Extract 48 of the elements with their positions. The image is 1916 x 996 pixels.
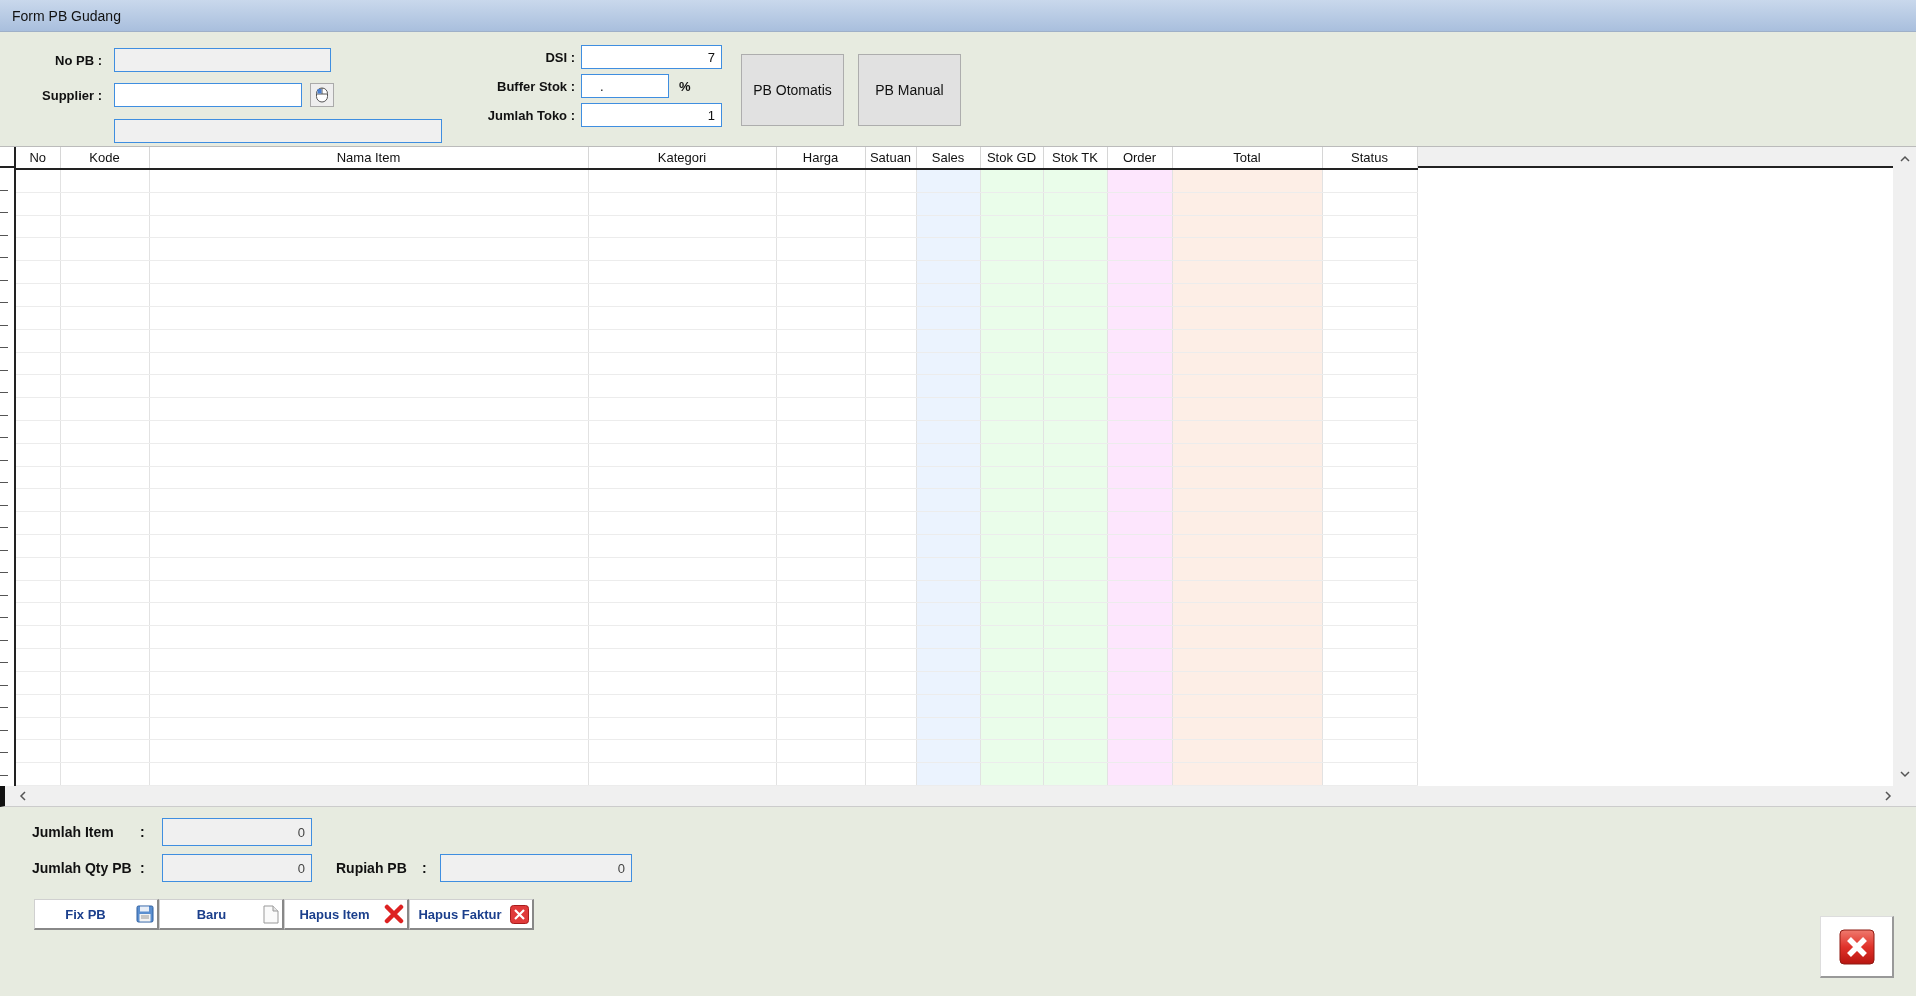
jumlah-toko-field[interactable]: 1 — [581, 103, 722, 127]
close-icon — [1838, 928, 1875, 965]
column-header[interactable]: Stok GD — [980, 147, 1043, 169]
action-button[interactable]: Baru — [159, 899, 284, 930]
column-header[interactable]: Sales — [916, 147, 980, 169]
close-button[interactable] — [1820, 916, 1894, 978]
action-button[interactable]: Fix PB — [34, 899, 159, 930]
field-label: DSI : — [544, 49, 575, 65]
column-header[interactable]: Order — [1107, 147, 1172, 169]
column-header[interactable]: No — [16, 147, 60, 169]
colon-label: : — [140, 860, 146, 876]
column-header[interactable]: Status — [1322, 147, 1417, 169]
scroll-down-icon[interactable] — [1899, 770, 1910, 778]
pb-button[interactable]: PB Manual — [858, 54, 961, 126]
dsi-field[interactable]: 7 — [581, 45, 722, 69]
scroll-right-icon[interactable] — [1884, 791, 1892, 801]
column-header[interactable]: Nama Item — [149, 147, 588, 169]
vertical-scrollbar[interactable] — [1893, 147, 1916, 786]
column-header[interactable]: Stok TK — [1043, 147, 1107, 169]
horizontal-scrollbar[interactable] — [0, 786, 1916, 807]
window-title: Form PB Gudang — [12, 7, 121, 24]
colon-label: : — [422, 860, 428, 876]
blank-page-icon — [263, 904, 279, 924]
summary-label: Jumlah Qty PB — [32, 860, 133, 876]
pb-button[interactable]: PB Otomatis — [741, 54, 844, 126]
action-button[interactable]: Hapus Faktur — [409, 899, 534, 930]
scroll-up-icon[interactable] — [1899, 155, 1910, 163]
x-icon — [384, 904, 404, 924]
supplier-field[interactable] — [114, 83, 302, 108]
field-label: Jumlah Toko : — [486, 107, 575, 123]
column-header[interactable]: Total — [1172, 147, 1322, 169]
percent-unit: % — [679, 78, 691, 94]
x-box-icon — [510, 904, 529, 924]
column-header[interactable]: Harga — [776, 147, 865, 169]
summary-label: Jumlah Item — [32, 824, 115, 840]
column-header[interactable]: Satuan — [865, 147, 916, 169]
field-label: Supplier : — [41, 88, 102, 103]
column-header[interactable]: Kode — [60, 147, 149, 169]
field-label: No PB : — [54, 52, 102, 68]
lookup-button[interactable] — [310, 83, 334, 108]
column-header[interactable]: Kategori — [588, 147, 776, 169]
scroll-left-icon[interactable] — [19, 791, 27, 801]
summary-label: Rupiah PB — [336, 860, 408, 876]
action-button[interactable]: Hapus Item — [284, 899, 409, 930]
mouse-icon — [315, 87, 329, 104]
field-label: Buffer Stok : — [496, 78, 575, 94]
colon-label: : — [140, 824, 146, 840]
buffer-stok-field[interactable]: . — [581, 74, 669, 98]
